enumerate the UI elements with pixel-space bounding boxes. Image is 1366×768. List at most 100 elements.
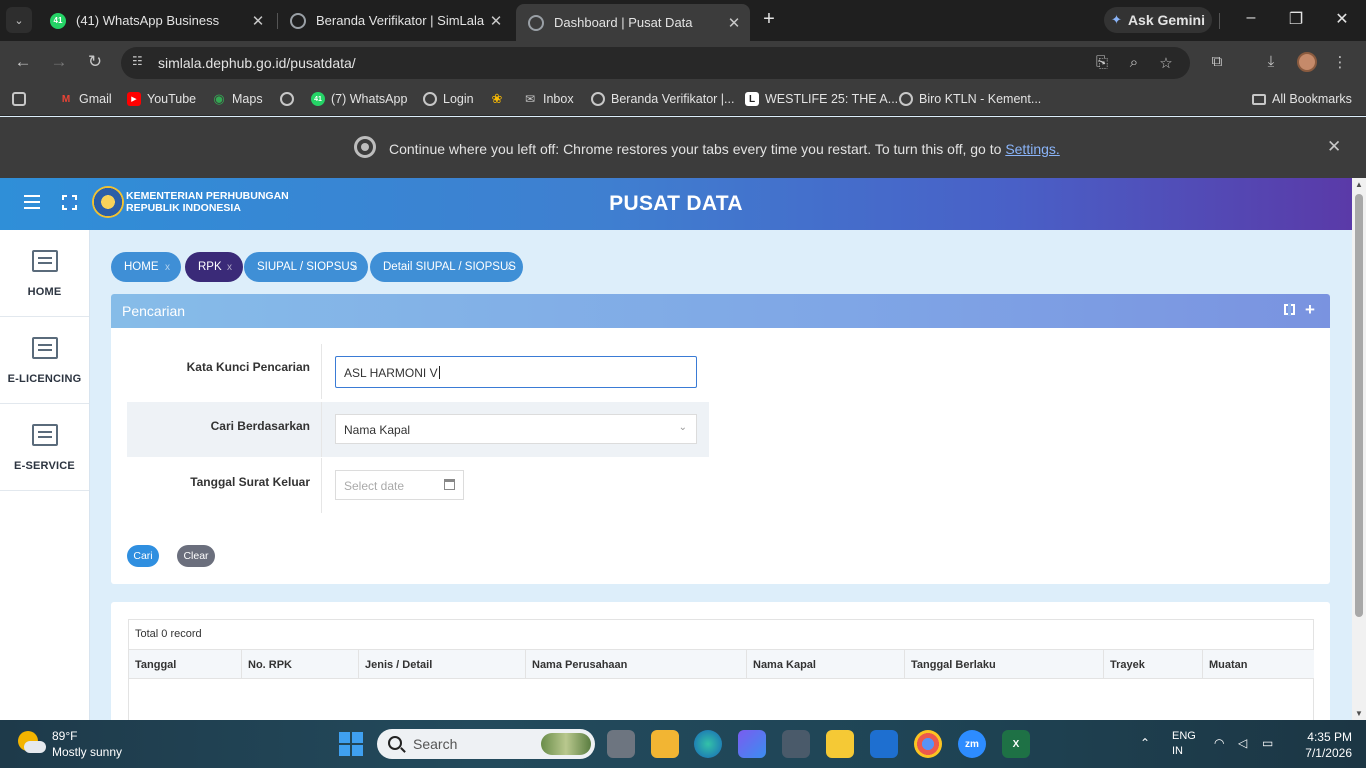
tab-strip: ⌄ 41 (41) WhatsApp Business ✕ Beranda Ve… xyxy=(0,0,1366,41)
column-header[interactable]: Trayek xyxy=(1104,650,1203,679)
breadcrumb-rpk[interactable]: RPK x xyxy=(185,252,243,282)
monitor-icon xyxy=(32,250,58,272)
column-header[interactable]: Nama Kapal xyxy=(747,650,905,679)
breadcrumb-siupal[interactable]: SIUPAL / SIOPSUS x xyxy=(244,252,368,282)
search-by-select[interactable]: Nama Kapal ⌄ xyxy=(335,414,697,444)
system-clock[interactable]: 4:35 PM 7/1/2026 xyxy=(1302,729,1352,761)
language-indicator[interactable]: ENG IN xyxy=(1172,729,1196,759)
scroll-thumb[interactable] xyxy=(1355,194,1363,617)
weather-temp[interactable]: 89°F xyxy=(52,729,77,743)
date-picker-input[interactable]: Select date xyxy=(335,470,464,500)
profile-avatar[interactable] xyxy=(1297,52,1317,72)
back-icon[interactable]: ← xyxy=(12,52,34,72)
sticky-notes-icon[interactable] xyxy=(826,730,854,758)
side-navigation: HOME E-LICENCING E-SERVICE xyxy=(0,230,90,720)
sidenav-item-e-licencing[interactable]: E-LICENCING xyxy=(0,317,89,404)
close-icon[interactable]: x xyxy=(227,262,232,273)
tab-whatsapp[interactable]: 41 (41) WhatsApp Business ✕ xyxy=(38,0,274,41)
zoom-app-icon[interactable]: zm xyxy=(958,730,986,758)
new-tab-button[interactable]: + xyxy=(758,8,780,32)
weather-sun-icon[interactable] xyxy=(18,731,46,757)
tab-dashboard[interactable]: Dashboard | Pusat Data ✕ xyxy=(516,4,750,41)
browser-toolbar: ← → ↻ ☷ simlala.dephub.go.id/pusatdata/ … xyxy=(0,41,1366,84)
close-icon[interactable]: ✕ xyxy=(1327,137,1341,157)
bookmark-whatsapp[interactable]: 41 (7) WhatsApp xyxy=(311,92,407,106)
close-icon[interactable]: ✕ xyxy=(724,14,744,32)
capture-app-icon[interactable] xyxy=(870,730,898,758)
calendar-icon xyxy=(444,479,455,490)
clear-button[interactable]: Clear xyxy=(177,545,215,567)
search-button[interactable]: Cari xyxy=(127,545,159,567)
column-header[interactable]: Muatan xyxy=(1203,650,1314,679)
column-header[interactable]: No. RPK xyxy=(242,650,359,679)
sidenav-item-e-service[interactable]: E-SERVICE xyxy=(0,404,89,491)
settings-link[interactable]: Settings. xyxy=(1005,141,1059,157)
task-view-icon[interactable] xyxy=(607,730,635,758)
minimize-icon[interactable]: – xyxy=(1236,9,1266,27)
reload-icon[interactable]: ↻ xyxy=(84,52,106,72)
chevron-down-icon: ⌄ xyxy=(678,422,687,433)
breadcrumb-home[interactable]: HOME x xyxy=(111,252,181,282)
whatsapp-icon: 41 xyxy=(50,12,66,29)
ask-gemini-label: Ask Gemini xyxy=(1127,12,1205,28)
tab-search-button[interactable]: ⌄ xyxy=(6,7,32,33)
chrome-icon[interactable] xyxy=(914,730,942,758)
bookmark-globe[interactable] xyxy=(280,92,300,106)
bookmark-westlife[interactable]: L WESTLIFE 25: THE A... xyxy=(745,92,898,106)
results-table: Total 0 record Tanggal No. RPK Jenis / D… xyxy=(128,619,1314,720)
bookmark-youtube[interactable]: ▶ YouTube xyxy=(127,92,196,106)
all-bookmarks-button[interactable]: All Bookmarks xyxy=(1252,92,1352,106)
apps-grid-icon[interactable] xyxy=(12,92,32,106)
zoom-icon[interactable]: ⌕ xyxy=(1125,54,1143,71)
youtube-icon: ▶ xyxy=(127,92,141,106)
column-header[interactable]: Tanggal xyxy=(129,650,242,679)
results-panel: Total 0 record Tanggal No. RPK Jenis / D… xyxy=(111,602,1330,720)
bookmark-pinwheel[interactable]: ❀ xyxy=(490,91,510,106)
close-icon[interactable]: ✕ xyxy=(486,12,506,30)
scroll-up-icon[interactable]: ▲ xyxy=(1352,180,1366,189)
tab-simlala[interactable]: Beranda Verifikator | SimLala ✕ xyxy=(278,0,512,41)
column-header[interactable]: Jenis / Detail xyxy=(359,650,526,679)
windows-taskbar: 89°F Mostly sunny Search zm X ⌃ ENG IN ◠ … xyxy=(0,720,1366,768)
bookmark-maps[interactable]: ◉ Maps xyxy=(212,91,262,106)
breadcrumb-detail-siupal[interactable]: Detail SIUPAL / SIOPSUS x xyxy=(370,252,523,282)
weather-description[interactable]: Mostly sunny xyxy=(52,745,122,759)
forward-icon[interactable]: → xyxy=(48,52,70,72)
menu-dots-icon[interactable]: ⋮ xyxy=(1330,53,1350,71)
taskbar-search[interactable]: Search xyxy=(377,729,595,759)
excel-icon[interactable]: X xyxy=(1002,730,1030,758)
download-icon[interactable]: ⤓ xyxy=(1261,53,1281,70)
file-explorer-icon[interactable] xyxy=(651,730,679,758)
window-close-icon[interactable]: ✕ xyxy=(1327,9,1357,29)
battery-icon[interactable]: ▭ xyxy=(1262,736,1273,750)
copilot-icon[interactable] xyxy=(738,730,766,758)
bookmark-biro-ktln[interactable]: Biro KTLN - Kement... xyxy=(899,92,1041,106)
keyword-input[interactable]: ASL HARMONI V xyxy=(335,356,697,388)
ask-gemini-button[interactable]: ✦ Ask Gemini xyxy=(1104,7,1212,33)
close-icon[interactable]: ✕ xyxy=(248,12,268,30)
plus-icon[interactable]: + xyxy=(1305,300,1315,320)
bookmark-inbox[interactable]: ✉ Inbox xyxy=(523,92,574,106)
folder-icon xyxy=(1252,93,1266,105)
site-info-icon[interactable]: ☷ xyxy=(132,54,150,72)
bookmark-beranda[interactable]: Beranda Verifikator |... xyxy=(591,92,734,106)
camera-app-icon[interactable] xyxy=(782,730,810,758)
extensions-icon[interactable]: ⧉ xyxy=(1207,53,1227,70)
address-bar[interactable]: ☷ simlala.dephub.go.id/pusatdata/ ⎘ ⌕ ☆ xyxy=(121,47,1190,79)
edge-icon[interactable] xyxy=(694,730,722,758)
volume-icon[interactable]: ◁ xyxy=(1238,736,1247,750)
scroll-down-icon[interactable]: ▼ xyxy=(1352,709,1366,718)
bookmark-gmail[interactable]: M Gmail xyxy=(59,92,112,106)
tray-chevron-icon[interactable]: ⌃ xyxy=(1140,736,1150,750)
column-header[interactable]: Tanggal Berlaku xyxy=(905,650,1104,679)
wifi-icon[interactable]: ◠ xyxy=(1214,736,1224,750)
sidenav-item-home[interactable]: HOME xyxy=(0,230,89,317)
column-header[interactable]: Nama Perusahaan xyxy=(526,650,747,679)
expand-icon[interactable] xyxy=(1284,303,1295,316)
page-scrollbar[interactable]: ▲ ▼ xyxy=(1352,178,1366,720)
bookmark-star-icon[interactable]: ☆ xyxy=(1157,54,1175,72)
install-app-icon[interactable]: ⎘ xyxy=(1093,54,1111,71)
windows-start-icon[interactable] xyxy=(339,732,363,756)
bookmark-login[interactable]: Login xyxy=(423,92,474,106)
restore-icon[interactable]: ❐ xyxy=(1281,9,1311,29)
